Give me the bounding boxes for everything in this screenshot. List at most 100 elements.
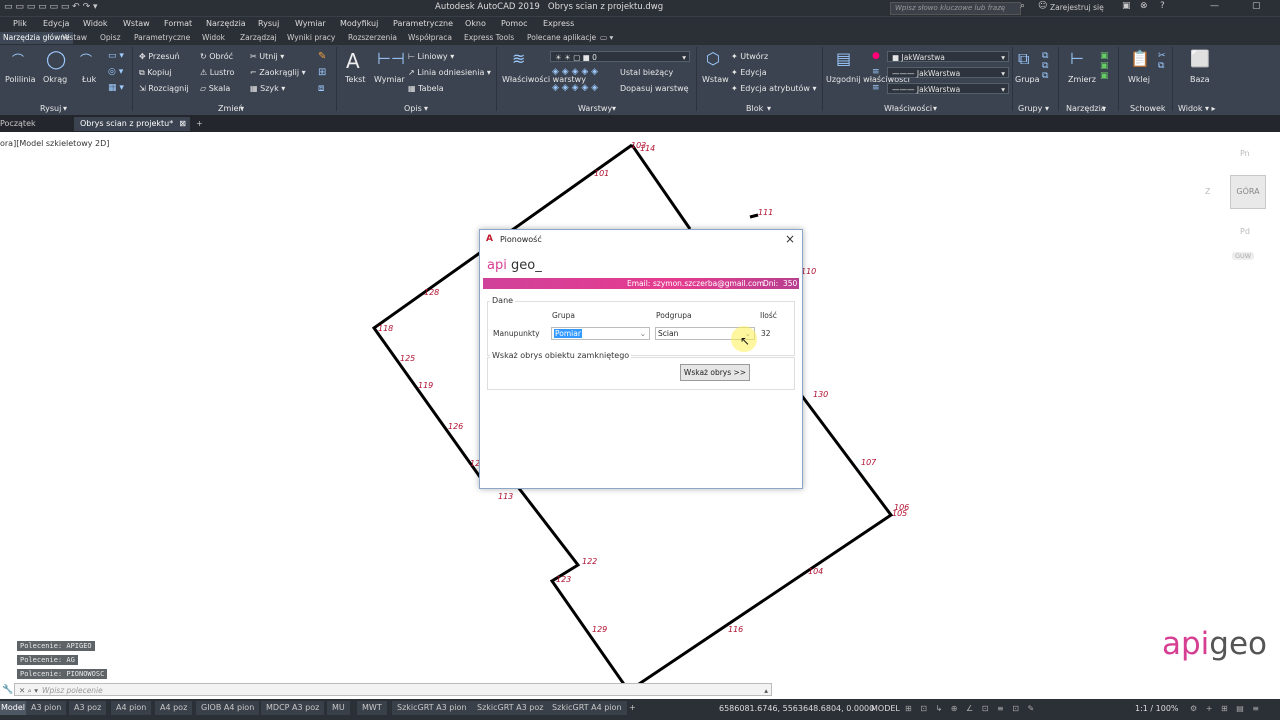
polyline-icon[interactable]: ⌒: [12, 51, 24, 68]
layout-tab[interactable]: GIOB A4 pion: [196, 701, 260, 715]
linetype-combo[interactable]: ——— JakWarstwa ▾: [887, 67, 1009, 78]
cart-icon[interactable]: ▣: [1122, 1, 1131, 11]
group-select[interactable]: Pomiar ⌄: [551, 327, 650, 340]
mirror-button[interactable]: ⚠ Lustro: [200, 68, 234, 77]
circle-icon[interactable]: ◯: [46, 49, 66, 70]
dimension-button[interactable]: Wymiar: [374, 75, 405, 84]
menu-item[interactable]: Format: [164, 19, 192, 28]
lineweight-icon[interactable]: ≡: [872, 83, 880, 93]
drafting-aids-icon[interactable]: ⊞ ⊡ ↳ ⊕ ∠ ⊡ ≡ ⊡ ✎: [905, 704, 1037, 713]
layer-tools-icon[interactable]: ◈ ◈ ◈ ◈ ◈: [552, 67, 598, 77]
annotation-scale[interactable]: 1:1 / 100%: [1135, 704, 1179, 713]
paste-button[interactable]: Wklej: [1128, 75, 1150, 84]
panel-layers-expander[interactable]: ▾: [612, 104, 616, 113]
signin-link[interactable]: Zarejestruj się: [1050, 3, 1104, 12]
layout-tab[interactable]: SzkicGRT A3 poz: [472, 701, 549, 715]
binoculars-icon[interactable]: ⌕: [1020, 1, 1025, 11]
add-layout-icon[interactable]: +: [624, 701, 641, 715]
hatch-icon[interactable]: ◎ ▾: [108, 67, 123, 77]
layout-tab[interactable]: SzkicGRT A3 pion: [392, 701, 472, 715]
command-expand-icon[interactable]: ▴: [764, 684, 768, 697]
viewcube-south[interactable]: Pd: [1240, 227, 1250, 236]
tab-featured-apps[interactable]: Polecane aplikacje: [527, 33, 596, 42]
clipboard-tools-icon[interactable]: ✂ ⧉: [1158, 51, 1166, 71]
wcs-menu[interactable]: GUW: [1232, 252, 1255, 260]
paste-icon[interactable]: 📋: [1130, 49, 1150, 68]
user-icon[interactable]: ☺: [1038, 1, 1047, 11]
match-properties-icon[interactable]: ▤: [836, 49, 851, 68]
a360-icon[interactable]: ⊗: [1140, 1, 1148, 11]
stretch-button[interactable]: ⇲ Rozciągnij: [139, 84, 189, 93]
layout-tab[interactable]: SzkicGRT A4 pion: [547, 701, 627, 715]
menu-item[interactable]: Edycja: [43, 19, 69, 28]
panel-groups[interactable]: Grupy: [1018, 104, 1042, 113]
measure-icon[interactable]: ⊢: [1070, 49, 1084, 68]
match-layer-button[interactable]: Dopasuj warstwę: [620, 84, 689, 93]
layout-tab[interactable]: MU: [327, 701, 350, 715]
panel-block[interactable]: Blok: [746, 104, 763, 113]
panel-groups-expander[interactable]: ▾: [1045, 104, 1049, 113]
coordinates-readout[interactable]: 6586081.6746, 5563648.6804, 0.0000: [719, 704, 874, 713]
menu-item[interactable]: Pomoc: [501, 19, 528, 28]
tab-view[interactable]: Widok: [202, 33, 225, 42]
tab-addins[interactable]: Rozszerzenia: [348, 33, 397, 42]
menu-item[interactable]: Modyfikuj: [340, 19, 378, 28]
panel-modify-expander[interactable]: ▾: [240, 104, 244, 113]
group-icon[interactable]: ⧉: [1018, 49, 1029, 69]
close-tab-icon[interactable]: ⊠: [179, 117, 186, 131]
viewport-label[interactable]: ora][Model szkieletowy 2D]: [0, 139, 109, 148]
panel-annotation-expander[interactable]: ▾: [424, 104, 428, 113]
group-button[interactable]: Grupa: [1015, 75, 1040, 84]
tab-collaborate[interactable]: Współpraca: [408, 33, 452, 42]
layout-tab[interactable]: A4 poz: [155, 701, 193, 715]
quick-access-new-icon[interactable]: ▭ ▭ ▭ ▭ ▭ ▭ ↶ ↷ ▾: [4, 2, 98, 14]
panel-utilities-expander[interactable]: ▾: [1102, 104, 1106, 113]
panel-draw[interactable]: Rysuj: [40, 104, 61, 113]
tab-parametric[interactable]: Parametryczne: [134, 33, 190, 42]
offset-icon[interactable]: ⧈: [318, 83, 324, 94]
lineweight-combo[interactable]: ——— JakWarstwa ▾: [887, 83, 1009, 94]
group-tools-icon[interactable]: ⧉ ⧉ ⧉: [1042, 51, 1048, 81]
model-space-toggle[interactable]: MODEL: [871, 704, 900, 713]
panel-annotation[interactable]: Opis: [404, 104, 422, 113]
menu-item[interactable]: Rysuj: [258, 19, 279, 28]
layer-combo[interactable]: ☀ ☀ ▢ ■ 0 ▾: [550, 51, 690, 62]
search-input[interactable]: Wpisz słowo kluczowe lub frazę: [890, 2, 1021, 15]
select-outline-button[interactable]: Wskaż obrys >>: [680, 364, 750, 381]
erase-icon[interactable]: ✎: [318, 51, 326, 62]
base-view-button[interactable]: Baza: [1190, 75, 1210, 84]
viewcube-north[interactable]: Pn: [1240, 149, 1250, 158]
panel-layers[interactable]: Warstwy: [578, 104, 612, 113]
command-settings-icon[interactable]: 🔧: [2, 685, 13, 695]
viewcube-west[interactable]: Z: [1205, 187, 1210, 196]
close-icon[interactable]: ×: [785, 232, 795, 246]
layout-tab[interactable]: A4 pion: [111, 701, 152, 715]
layout-tab[interactable]: MWT: [357, 701, 387, 715]
menu-item[interactable]: Plik: [13, 19, 27, 28]
edit-block-button[interactable]: ✦ Edycja: [731, 68, 767, 77]
ribbon-toggle-icon[interactable]: ▭ ▾: [600, 33, 613, 42]
workspace-icons[interactable]: ⚙ + ⊞ ▤ ≡: [1190, 704, 1262, 713]
panel-utilities[interactable]: Narzędzia: [1066, 104, 1106, 113]
arc-button[interactable]: Łuk: [82, 75, 96, 84]
gradient-icon[interactable]: ▦ ▾: [108, 83, 124, 93]
rectangle-icon[interactable]: ▭ ▾: [108, 51, 124, 61]
restore-icon[interactable]: ▢: [1252, 1, 1261, 11]
explode-icon[interactable]: ⊞: [318, 67, 326, 78]
file-tab-active[interactable]: Obrys scian z projektu* ⊠: [74, 117, 190, 131]
measure-button[interactable]: Zmierz: [1068, 75, 1096, 84]
leader-button[interactable]: ↗ Linia odniesienia ▾: [408, 68, 491, 77]
help-icon[interactable]: ?: [1160, 1, 1165, 11]
new-tab-icon[interactable]: +: [190, 117, 209, 131]
menu-item[interactable]: Express: [543, 19, 574, 28]
tab-express-tools[interactable]: Express Tools: [464, 33, 514, 42]
minimize-icon[interactable]: —: [1210, 1, 1219, 11]
insert-block-icon[interactable]: ⬡: [706, 49, 720, 68]
panel-draw-expander[interactable]: ▾: [63, 104, 67, 113]
panel-view-expander[interactable]: ▾ ▸: [1205, 104, 1216, 113]
text-icon[interactable]: A: [346, 49, 360, 73]
menu-item[interactable]: Parametryczne: [393, 19, 453, 28]
tab-annotate[interactable]: Opisz: [100, 33, 121, 42]
edit-attributes-button[interactable]: ✦ Edycja atrybutów ▾: [731, 84, 817, 93]
create-block-button[interactable]: ✦ Utwórz: [731, 52, 768, 61]
